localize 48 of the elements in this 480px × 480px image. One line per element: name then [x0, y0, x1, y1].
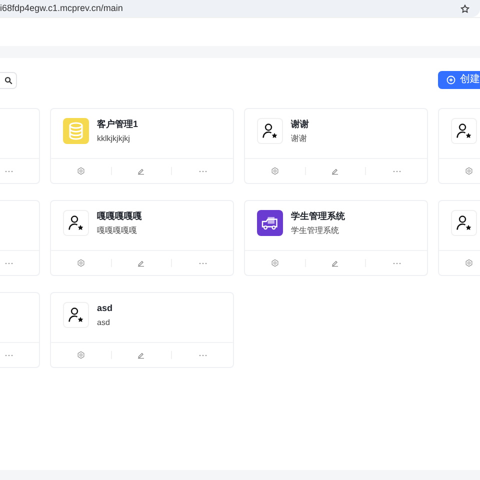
- database-icon: [63, 118, 89, 144]
- card-description: 学生管理系统: [291, 227, 340, 235]
- settings-button[interactable]: [464, 259, 473, 267]
- settings-icon: [464, 167, 473, 175]
- url-text: i68fdp4egw.c1.mcprev.cn/main: [0, 4, 123, 13]
- settings-icon: [76, 259, 85, 267]
- card-title: 客户管理1: [97, 120, 138, 129]
- settings-button[interactable]: [76, 167, 85, 175]
- edit-button[interactable]: [331, 167, 340, 175]
- settings-button[interactable]: [270, 259, 279, 267]
- address-bar[interactable]: i68fdp4egw.c1.mcprev.cn/main: [0, 0, 480, 17]
- edit-button[interactable]: [137, 167, 146, 175]
- settings-icon: [464, 259, 473, 267]
- settings-icon: [76, 351, 85, 359]
- settings-button[interactable]: [464, 167, 473, 175]
- settings-button[interactable]: [76, 259, 85, 267]
- settings-icon: [270, 259, 279, 267]
- add-circle-icon: [446, 75, 456, 85]
- create-button[interactable]: 创建: [438, 71, 480, 89]
- app-card[interactable]: 客户管理1 kklkjkjkjkj: [50, 108, 234, 184]
- edit-button[interactable]: [137, 259, 146, 267]
- app-card[interactable]: asd asd: [50, 292, 234, 368]
- app-card[interactable]: 嘎嘎嘎嘎嘎 嘎嘎嘎嘎嘎: [50, 200, 234, 276]
- settings-button[interactable]: [270, 167, 279, 175]
- app-card[interactable]: 谢谢 谢谢: [244, 108, 428, 184]
- card-description: 谢谢: [291, 135, 308, 143]
- search-button[interactable]: [0, 72, 17, 88]
- card-title: 谢谢: [291, 120, 309, 129]
- card-description: kklkjkjkjkj: [97, 135, 131, 143]
- settings-icon: [270, 167, 279, 175]
- card-title: asd: [97, 304, 113, 313]
- edit-button[interactable]: [137, 351, 146, 359]
- pencil-icon: [137, 351, 146, 359]
- settings-icon: [76, 167, 85, 175]
- bookmark-star-icon[interactable]: [460, 4, 470, 14]
- pencil-icon: [331, 259, 340, 267]
- card-description: asd: [97, 319, 111, 327]
- settings-button[interactable]: [76, 351, 85, 359]
- truck-icon: [257, 210, 283, 236]
- pencil-icon: [137, 259, 146, 267]
- edit-button[interactable]: [331, 259, 340, 267]
- search-icon: [4, 76, 12, 84]
- card-description: 嘎嘎嘎嘎嘎: [97, 227, 138, 235]
- card-title: 嘎嘎嘎嘎嘎: [97, 212, 142, 221]
- card-title: 学生管理系统: [291, 212, 345, 221]
- pencil-icon: [331, 167, 340, 175]
- app-card[interactable]: 学生管理系统 学生管理系统: [244, 200, 428, 276]
- pencil-icon: [137, 167, 146, 175]
